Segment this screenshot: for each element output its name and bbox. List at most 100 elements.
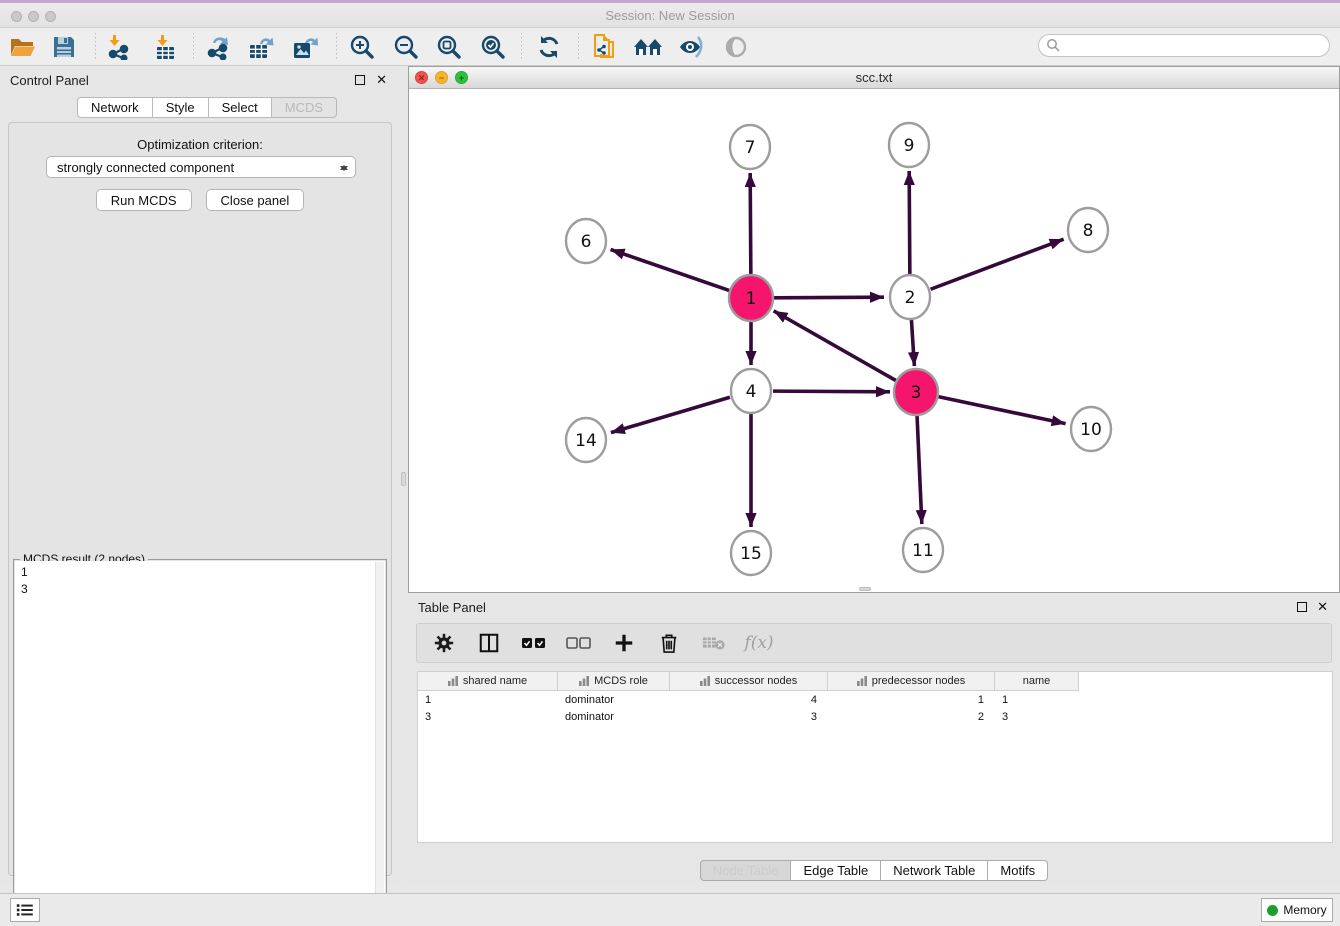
horizontal-split-handle[interactable] <box>859 587 871 591</box>
bird-eye-view-button[interactable] <box>719 33 753 61</box>
zoom-selected-button[interactable] <box>476 33 510 61</box>
vertical-split-handle[interactable] <box>401 472 406 486</box>
graph-edge-3-1[interactable] <box>774 311 897 381</box>
open-folder-icon <box>9 35 36 59</box>
graph-edge-4-3[interactable] <box>773 391 890 392</box>
tab-network[interactable]: Network <box>77 97 153 118</box>
import-network-button[interactable] <box>101 33 135 61</box>
cell-predecessor-nodes: 1 <box>828 691 995 708</box>
tab-style[interactable]: Style <box>153 97 209 118</box>
checked-boxes-icon <box>521 636 547 650</box>
graph-node-4[interactable]: 4 <box>731 369 771 413</box>
search-input[interactable] <box>1038 34 1330 57</box>
svg-text:2: 2 <box>905 288 916 308</box>
graph-edge-1-6[interactable] <box>611 249 731 290</box>
close-panel-icon[interactable]: ✕ <box>376 72 387 88</box>
clone-network-icon <box>591 33 617 61</box>
graph-node-10[interactable]: 10 <box>1071 407 1111 451</box>
graph-edge-3-11[interactable] <box>917 414 922 524</box>
tab-network-table[interactable]: Network Table <box>881 860 988 881</box>
run-mcds-button[interactable]: Run MCDS <box>96 189 192 211</box>
fx-icon: f(x) <box>744 633 773 653</box>
mcds-result-textarea[interactable]: 1 3 <box>15 561 385 926</box>
tab-node-table[interactable]: Node Table <box>700 860 792 881</box>
column-header[interactable]: shared name <box>418 672 558 691</box>
hide-graphics-details-button[interactable] <box>674 33 708 61</box>
graph-edge-1-2[interactable] <box>773 297 884 298</box>
node-table[interactable]: shared name MCDS role successor nodes pr… <box>417 671 1333 843</box>
float-panel-icon[interactable] <box>1297 602 1307 612</box>
export-image-button[interactable] <box>288 33 322 61</box>
close-panel-icon[interactable]: ✕ <box>1317 599 1328 615</box>
graph-node-6[interactable]: 6 <box>566 219 606 263</box>
network-graph-canvas[interactable]: 7 9 6 8 1 2 4 3 14 10 15 11 <box>409 89 1339 593</box>
graph-edge-2-8[interactable] <box>931 239 1064 289</box>
delete-column-button[interactable] <box>654 628 684 658</box>
tab-edge-table[interactable]: Edge Table <box>791 860 881 881</box>
task-history-button[interactable] <box>10 898 40 922</box>
add-column-button[interactable] <box>609 628 639 658</box>
open-session-button[interactable] <box>5 33 39 61</box>
graph-node-11[interactable]: 11 <box>903 528 943 572</box>
show-column-button[interactable] <box>474 628 504 658</box>
toolbar-separator <box>336 33 337 61</box>
selected-option: strongly connected component <box>57 160 234 175</box>
graph-edge-4-14[interactable] <box>611 397 730 432</box>
table-row[interactable]: 3 dominator 3 2 3 <box>418 708 1332 725</box>
table-options-button[interactable] <box>429 628 459 658</box>
refresh-view-button[interactable] <box>532 33 566 61</box>
graph-node-2[interactable]: 2 <box>890 275 930 319</box>
table-header-row: shared name MCDS role successor nodes pr… <box>418 672 1332 691</box>
apply-function-button[interactable]: f(x) <box>744 628 774 658</box>
export-table-button[interactable] <box>244 33 278 61</box>
optimization-criterion-select[interactable]: strongly connected component <box>46 156 356 178</box>
graph-edge-3-10[interactable] <box>938 397 1066 424</box>
graph-node-7[interactable]: 7 <box>730 125 770 169</box>
graph-node-3[interactable]: 3 <box>894 369 938 415</box>
select-all-button[interactable] <box>519 628 549 658</box>
toolbar-separator <box>521 33 522 61</box>
import-table-button[interactable] <box>148 33 182 61</box>
tab-mcds[interactable]: MCDS <box>272 97 337 118</box>
column-header[interactable]: MCDS role <box>558 672 670 691</box>
graph-node-15[interactable]: 15 <box>731 531 771 575</box>
delete-table-button[interactable] <box>699 628 729 658</box>
result-line: 3 <box>15 581 385 598</box>
attribute-type-icon <box>857 676 867 686</box>
column-header[interactable]: successor nodes <box>670 672 828 691</box>
zoom-out-button[interactable] <box>389 33 423 61</box>
zoom-fit-button[interactable] <box>432 33 466 61</box>
graph-node-8[interactable]: 8 <box>1068 208 1108 252</box>
tab-select[interactable]: Select <box>209 97 272 118</box>
save-session-button[interactable] <box>47 33 81 61</box>
result-scrollbar[interactable] <box>375 562 384 926</box>
table-panel-header: Table Panel ✕ <box>408 595 1340 619</box>
trash-icon <box>659 632 679 654</box>
zoom-selected-icon <box>480 34 506 60</box>
cell-shared-name: 1 <box>418 691 558 708</box>
close-panel-button[interactable]: Close panel <box>206 189 305 211</box>
cell-successor-nodes: 3 <box>670 708 828 725</box>
memory-button[interactable]: Memory <box>1261 898 1333 922</box>
hide-details-icon <box>677 35 705 59</box>
network-window-titlebar[interactable]: ✕ − + scc.txt <box>409 67 1339 89</box>
optimization-criterion-label: Optimization criterion: <box>9 137 391 152</box>
float-panel-icon[interactable] <box>355 75 365 85</box>
column-header[interactable]: predecessor nodes <box>828 672 995 691</box>
column-header[interactable]: name <box>995 672 1079 691</box>
deselect-all-button[interactable] <box>564 628 594 658</box>
graph-node-14[interactable]: 14 <box>566 418 606 462</box>
graph-edge-2-9[interactable] <box>909 171 910 275</box>
tab-motifs[interactable]: Motifs <box>988 860 1048 881</box>
zoom-in-icon <box>349 34 375 60</box>
graph-edge-1-7[interactable] <box>750 173 751 276</box>
graph-edge-2-3[interactable] <box>911 319 914 366</box>
table-row[interactable]: 1 dominator 4 1 1 <box>418 691 1332 708</box>
home-view-button[interactable] <box>631 33 665 61</box>
graph-node-9[interactable]: 9 <box>889 123 929 167</box>
svg-text:15: 15 <box>740 544 762 564</box>
graph-node-1[interactable]: 1 <box>729 275 773 321</box>
export-network-button[interactable] <box>201 33 235 61</box>
zoom-in-button[interactable] <box>345 33 379 61</box>
clone-network-button[interactable] <box>587 33 621 61</box>
